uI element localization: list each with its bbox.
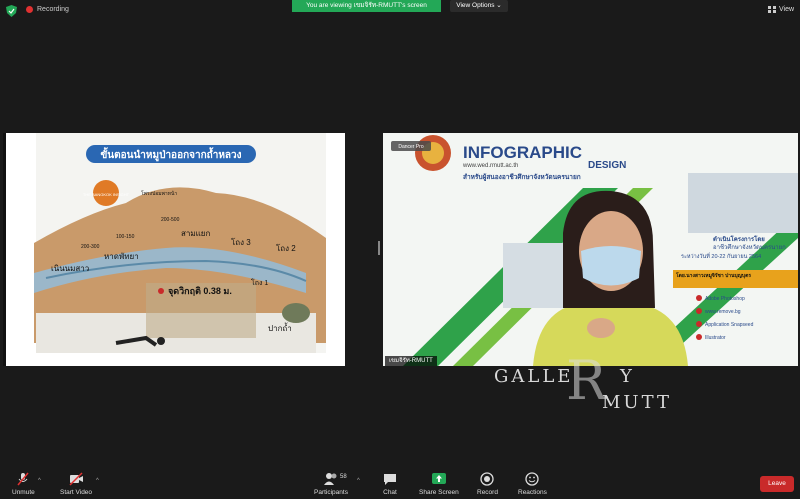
watermark-mutt: MUTT: [602, 392, 672, 413]
shared-screen[interactable]: ขั้นตอนนำหมูป่าออกจากถ้ำหลวง THE BANGKOK…: [3, 133, 345, 366]
microphone-muted-icon: [17, 472, 29, 486]
chat-icon: [384, 474, 396, 485]
org-text: ดำเนินโครงการโดย: [713, 235, 765, 243]
label-d1: 200-300: [81, 244, 100, 250]
video-off-icon: [69, 472, 84, 486]
participants-count: 58: [340, 474, 347, 480]
record-icon: [480, 472, 495, 486]
participants-icon: [323, 473, 337, 485]
label-chamber2: โถง 2: [276, 243, 296, 253]
chevron-down-icon: ⌄: [496, 2, 502, 9]
record-label: Record: [477, 489, 498, 496]
course-item: Adobe Photoshop: [705, 296, 745, 302]
unmute-label: Unmute: [12, 489, 35, 496]
start-video-button[interactable]: Start Video: [60, 472, 92, 496]
infographic-headline: INFOGRAPHIC: [463, 143, 582, 162]
presenter-hand: [587, 318, 615, 338]
label-pattaya: หาดพัทยา: [104, 252, 139, 261]
view-options-label: View Options: [456, 2, 495, 9]
design-headline: DESIGN: [588, 160, 626, 171]
label-d3: 200-500: [161, 217, 180, 223]
participants-label: Participants: [314, 489, 348, 496]
grid-icon: [768, 6, 776, 13]
viewing-banner: You are viewing เขมจิรัท-RMUTT's screen: [292, 0, 441, 12]
unmute-button[interactable]: Unmute: [12, 472, 35, 496]
camera-video[interactable]: Dancer Pro INFOGRAPHIC DESIGN www.wed.rm…: [383, 133, 798, 366]
lecturer-text: โดย.นางสาวเหมูจิรัชา ปานบุญบุตร: [675, 272, 751, 280]
participant-name: เขมจิรัท-RMUTT: [385, 356, 437, 366]
recording-indicator[interactable]: Recording: [26, 6, 69, 13]
critical-point-marker: [158, 288, 164, 294]
label-critical: จุดวิกฤติ 0.38 ม.: [168, 286, 232, 297]
logo-text: THE BANGKOK INSIGHT: [83, 192, 130, 197]
face-mask: [581, 246, 641, 286]
recording-label: Recording: [37, 6, 69, 13]
view-button[interactable]: View: [768, 6, 794, 13]
reactions-button[interactable]: Reactions: [518, 472, 547, 496]
badge-text: Dancer Pro: [398, 144, 424, 150]
top-bar: Recording You are viewing เขมจิรัท-RMUTT…: [0, 0, 800, 22]
shield-icon[interactable]: [6, 5, 17, 17]
building-image: [503, 243, 573, 308]
reactions-label: Reactions: [518, 489, 547, 496]
record-dot-icon: [26, 6, 33, 13]
share-screen-icon: [431, 473, 446, 484]
view-options-button[interactable]: View Options ⌄: [450, 0, 508, 12]
smiley-icon: [525, 472, 540, 486]
gallery-rmutt-watermark: GALLE Y R MUTT: [494, 354, 704, 414]
meeting-toolbar: Unmute ^ Start Video ^ Participants 58 ^…: [0, 466, 800, 499]
participants-caret-icon[interactable]: ^: [357, 478, 360, 484]
start-video-label: Start Video: [60, 489, 93, 496]
share-screen-button[interactable]: Share Screen: [419, 472, 459, 496]
subtitle-text: สำหรับผู้สนองอาชีวศึกษาจังหวัดนครนายก: [463, 172, 581, 182]
split-divider-handle[interactable]: [378, 241, 380, 255]
website-text: www.wed.rmutt.ac.th: [462, 163, 518, 169]
label-cave-mouth: ปากถ้ำ: [268, 322, 292, 333]
cave-infographic: ขั้นตอนนำหมูป่าออกจากถ้ำหลวง THE BANGKOK…: [6, 133, 345, 366]
chat-button[interactable]: Chat: [382, 472, 398, 496]
camera-scene: Dancer Pro INFOGRAPHIC DESIGN www.wed.rm…: [383, 133, 798, 366]
label-pump: โพรงปอมพาหน้า: [141, 190, 177, 197]
share-screen-label: Share Screen: [419, 489, 459, 496]
course-item: Illustrator: [705, 335, 726, 341]
label-chamber3: โถง 3: [231, 237, 251, 247]
audio-caret-icon[interactable]: ^: [38, 478, 41, 484]
label-d2: 100-150: [116, 234, 135, 240]
watermark-r: R: [566, 349, 607, 412]
video-caret-icon[interactable]: ^: [96, 478, 99, 484]
watermark-galle: GALLE: [494, 366, 574, 387]
view-label: View: [779, 6, 795, 13]
chat-label: Chat: [383, 489, 397, 496]
course-item: www.remove.bg: [705, 309, 741, 315]
watermark-y: Y: [620, 366, 635, 387]
course-item: Application Snapseed: [705, 322, 754, 328]
leave-button[interactable]: Leave: [760, 476, 794, 492]
org2-text: อาชีวศึกษาจังหวัดนครนายก: [713, 243, 786, 251]
cave-mouth-rock: [282, 303, 310, 323]
label-sam-yaek: สามแยก: [181, 229, 210, 238]
record-button[interactable]: Record: [477, 472, 498, 496]
label-chamber1: โถง 1: [251, 278, 268, 287]
label-noen-nom: เนินนมสาว: [51, 264, 89, 273]
dates-text: ระหว่างวันที่ 20-22 กันยายน 2564: [681, 252, 761, 260]
slide-title: ขั้นตอนนำหมูป่าออกจากถ้ำหลวง: [100, 147, 241, 162]
